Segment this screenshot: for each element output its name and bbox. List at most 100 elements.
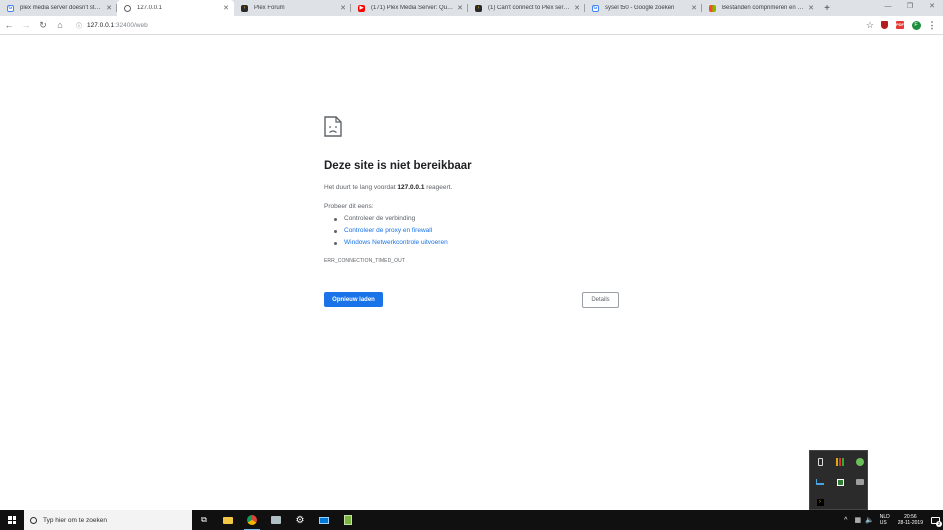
task-view-icon: ⧉	[201, 515, 207, 524]
reload-button[interactable]: ↻	[35, 17, 51, 33]
close-tab-icon[interactable]: ✕	[339, 4, 347, 12]
extension-shield-button[interactable]	[876, 17, 892, 33]
error-message-host: 127.0.0.1	[397, 184, 425, 191]
page-title: Deze site is niet bereikbaar	[324, 160, 472, 172]
action-center-button[interactable]: 2	[927, 510, 943, 530]
google-icon: G	[592, 4, 599, 12]
bars-app-icon	[836, 458, 844, 466]
tab-title: 127.0.0.1	[137, 5, 163, 11]
taskbar-settings[interactable]: ⚙	[288, 510, 312, 530]
extension-pdf-button[interactable]: PDF	[892, 17, 908, 33]
green-round-app-icon	[856, 458, 864, 466]
close-tab-icon[interactable]: ✕	[105, 4, 113, 12]
address-bar[interactable]: ⓘ 127.0.0.1 :32400/web ☆	[76, 18, 876, 32]
mail-icon	[319, 516, 329, 524]
volume-icon[interactable]: 🔈	[864, 516, 876, 524]
list-item: Controleer de verbinding	[334, 215, 448, 227]
close-tab-icon[interactable]: ✕	[456, 4, 464, 12]
tray-item[interactable]	[830, 472, 850, 492]
tab-google-search[interactable]: G sysel t50 - Google zoeken ✕	[585, 0, 702, 16]
reload-icon: ↻	[39, 19, 47, 30]
home-button[interactable]: ⌂	[52, 17, 68, 33]
tray-item[interactable]	[810, 452, 830, 472]
tab-strip: G plex media server doesn't start - ✕ 12…	[0, 0, 943, 16]
close-tab-icon[interactable]: ✕	[807, 4, 815, 12]
notification-count: 2	[936, 521, 942, 527]
close-tab-icon[interactable]: ✕	[222, 4, 230, 12]
taskbar-mail[interactable]	[312, 510, 336, 530]
tab-localhost[interactable]: 127.0.0.1 ✕	[117, 0, 234, 16]
close-window-button[interactable]: ✕	[921, 0, 943, 16]
network-icon[interactable]: ▦	[852, 516, 864, 524]
sad-document-icon	[324, 116, 342, 137]
forward-button[interactable]: →	[18, 17, 34, 33]
close-tab-icon[interactable]: ✕	[690, 4, 698, 12]
tab-title: (171) Plex Media Server: Quick S	[371, 5, 454, 11]
chrome-icon	[247, 515, 257, 525]
reload-page-button[interactable]: Opnieuw laden	[324, 292, 383, 307]
chevron-up-icon[interactable]: ^	[840, 517, 852, 524]
arrow-left-icon: ←	[4, 20, 14, 30]
url-host: 127.0.0.1	[87, 21, 115, 29]
tab-plex-forum[interactable]: › Plex Forum ✕	[234, 0, 351, 16]
search-icon	[30, 516, 37, 524]
windows-logo-icon	[8, 516, 16, 524]
suggestion-check-connection: Controleer de verbinding	[344, 215, 416, 222]
home-icon: ⌂	[57, 20, 63, 30]
clock-date: 28-11-2019	[897, 520, 923, 526]
tray-item[interactable]: ›	[810, 492, 830, 512]
pdf-icon: PDF	[896, 21, 904, 29]
start-button[interactable]	[0, 510, 24, 530]
microsoft-icon	[709, 4, 716, 12]
tray-item[interactable]	[850, 452, 870, 472]
restore-button[interactable]: ❐	[899, 0, 921, 16]
taskbar-notepad[interactable]	[336, 510, 360, 530]
close-tab-icon[interactable]: ✕	[573, 4, 581, 12]
suggestion-check-proxy-link[interactable]: Controleer de proxy en firewall	[344, 227, 432, 235]
window-controls: — ❐ ✕	[877, 0, 943, 16]
system-tray: ^ ▦ 🔈 NLD US 20:56 28-11-2019 2	[840, 510, 943, 530]
bookmark-star-icon[interactable]: ☆	[866, 20, 874, 31]
taskbar-chrome[interactable]	[240, 510, 264, 530]
back-button[interactable]: ←	[1, 17, 17, 33]
info-icon[interactable]: ⓘ	[76, 21, 82, 30]
usb-device-icon	[817, 458, 823, 466]
tab-youtube[interactable]: ▶ (171) Plex Media Server: Quick S ✕	[351, 0, 468, 16]
tray-item[interactable]	[810, 472, 830, 492]
new-tab-button[interactable]: +	[819, 0, 835, 16]
tab-compress[interactable]: Bestanden comprimeren en dec ✕	[702, 0, 819, 16]
plex-tray-icon: ›	[816, 498, 824, 506]
taskbar: Typ hier om te zoeken ⧉ ⚙ ^ ▦ 🔈 NLD US 2…	[0, 510, 943, 530]
taskbar-search-box[interactable]: Typ hier om te zoeken	[24, 510, 192, 530]
details-button[interactable]: Details	[582, 292, 619, 308]
taskbar-network-app[interactable]	[264, 510, 288, 530]
suggestion-network-diagnostics-link[interactable]: Windows Netwerkcontrole uitvoeren	[344, 239, 448, 247]
list-item: Controleer de proxy en firewall	[334, 227, 448, 239]
notepad-icon	[344, 515, 352, 525]
task-view-button[interactable]: ⧉	[192, 510, 216, 530]
bullet	[334, 230, 337, 233]
tab-plex-search[interactable]: G plex media server doesn't start - ✕	[0, 0, 117, 16]
error-message: Het duurt te lang voordat 127.0.0.1 reag…	[324, 184, 452, 191]
taskbar-file-explorer[interactable]	[216, 510, 240, 530]
tray-item[interactable]	[830, 452, 850, 472]
tray-item[interactable]	[850, 472, 870, 492]
tab-title: sysel t50 - Google zoeken	[605, 5, 675, 11]
tab-title: Bestanden comprimeren en dec	[722, 5, 805, 11]
browser-toolbar: ← → ↻ ⌂ ⓘ 127.0.0.1 :32400/web ☆ PDF F ⋮	[0, 16, 943, 35]
minimize-button[interactable]: —	[877, 0, 899, 16]
language-bottom: US	[879, 520, 887, 526]
plex-icon: ›	[241, 4, 248, 12]
tab-plex-connect[interactable]: › (1) Can't connect to Plex server - ✕	[468, 0, 585, 16]
clock[interactable]: 20:56 28-11-2019	[898, 514, 923, 526]
folder-icon	[223, 516, 233, 524]
menu-button[interactable]: ⋮	[924, 17, 940, 33]
language-indicator[interactable]: NLD US	[880, 514, 890, 526]
network-app-icon	[271, 516, 281, 524]
tray-overflow-popup: ›	[809, 450, 868, 510]
profile-button[interactable]: F	[908, 17, 924, 33]
search-placeholder: Typ hier om te zoeken	[43, 516, 107, 524]
arrow-right-icon: →	[21, 20, 31, 30]
suggestions-list: Controleer de verbinding Controleer de p…	[334, 215, 448, 251]
tab-title: Plex Forum	[254, 5, 285, 11]
